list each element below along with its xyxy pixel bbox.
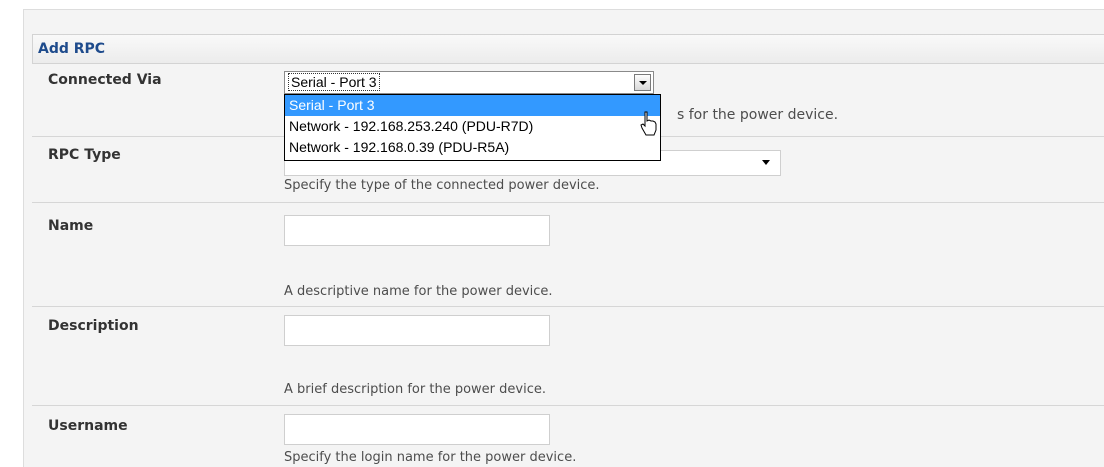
add-rpc-panel: Add RPC Connected Via Serial - Port 3 s …	[23, 9, 1104, 467]
name-input[interactable]	[284, 215, 550, 246]
panel-header: Add RPC	[32, 34, 1104, 64]
description-input[interactable]	[284, 315, 550, 346]
name-help: A descriptive name for the power device.	[284, 284, 553, 299]
option-network-pdu-r5a[interactable]: Network - 192.168.0.39 (PDU-R5A)	[285, 137, 660, 158]
name-label: Name	[48, 218, 94, 234]
row-divider	[32, 405, 1104, 406]
panel-title: Add RPC	[38, 41, 106, 57]
rpc-type-help: Specify the type of the connected power …	[284, 178, 600, 193]
connected-via-selected-value: Serial - Port 3	[288, 73, 380, 91]
chevron-down-icon	[639, 81, 647, 85]
row-divider	[32, 202, 1104, 203]
description-help: A brief description for the power device…	[284, 382, 546, 397]
connected-via-options-list[interactable]: Serial - Port 3 Network - 192.168.253.24…	[284, 94, 661, 161]
rpc-type-label: RPC Type	[48, 147, 121, 163]
row-divider	[32, 306, 1104, 307]
username-input[interactable]	[284, 414, 550, 445]
option-serial-port-3[interactable]: Serial - Port 3	[285, 95, 660, 116]
username-label: Username	[48, 418, 128, 434]
option-network-pdu-r7d[interactable]: Network - 192.168.253.240 (PDU-R7D)	[285, 116, 660, 137]
connected-via-help: s for the power device.	[677, 107, 839, 123]
connected-via-label: Connected Via	[48, 72, 162, 88]
connected-via-select[interactable]: Serial - Port 3	[284, 71, 654, 94]
username-help: Specify the login name for the power dev…	[284, 450, 577, 465]
chevron-down-icon	[762, 160, 770, 165]
dropdown-button[interactable]	[634, 74, 651, 91]
hand-cursor-icon	[640, 111, 657, 136]
description-label: Description	[48, 318, 139, 334]
